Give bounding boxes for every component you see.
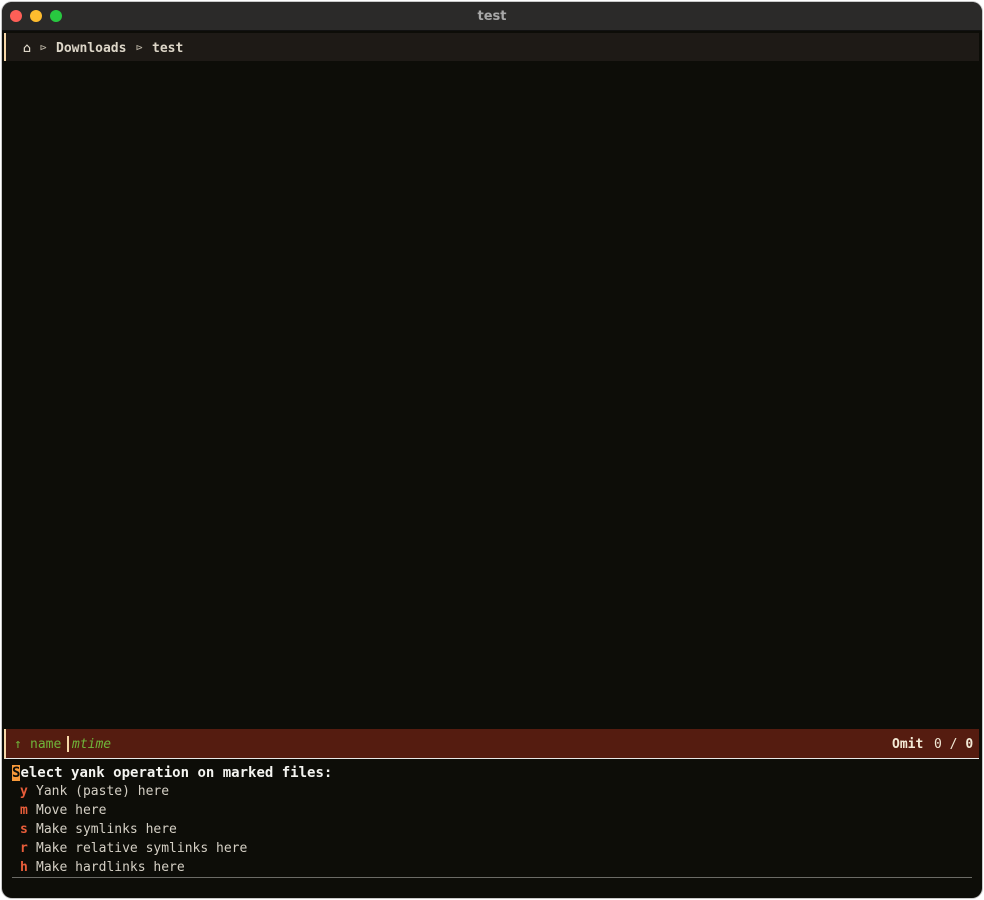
- option-key: m: [20, 803, 28, 818]
- window-title: test: [477, 9, 507, 24]
- path-breadcrumb: ⌂ ⊳ Downloads ⊳ test: [4, 33, 979, 61]
- option-key: y: [20, 784, 28, 799]
- breadcrumb-item-current[interactable]: test: [152, 41, 183, 56]
- omit-count: 0 / 0: [934, 737, 973, 752]
- status-bar: ↑ name mtime Omit 0 / 0: [4, 729, 979, 759]
- sort-ascending-icon: ↑: [14, 737, 22, 752]
- sort-by-mtime-label: mtime: [72, 737, 112, 752]
- option-label: Make symlinks here: [36, 822, 177, 837]
- yank-operation-prompt: Select yank operation on marked files: y…: [2, 762, 982, 880]
- option-key: s: [20, 822, 28, 837]
- title-bar[interactable]: test: [2, 2, 982, 31]
- breadcrumb-item-downloads[interactable]: Downloads: [56, 41, 126, 56]
- omit-label: Omit: [892, 737, 924, 752]
- option-move[interactable]: m Move here: [20, 803, 106, 818]
- file-listing-area[interactable]: [4, 61, 979, 728]
- sort-by-name-label: name: [30, 737, 62, 752]
- option-symlink[interactable]: s Make symlinks here: [20, 822, 177, 837]
- breadcrumb-separator-icon: ⊳: [136, 41, 143, 54]
- option-key: r: [20, 841, 28, 856]
- home-icon[interactable]: ⌂: [23, 41, 31, 56]
- omit-total-value: 0: [965, 737, 974, 752]
- option-label: Move here: [36, 803, 107, 818]
- prompt-bottom-divider: [12, 877, 972, 878]
- option-label: Make hardlinks here: [36, 860, 185, 875]
- sort-divider: [67, 736, 69, 752]
- option-key: h: [20, 860, 28, 875]
- prompt-heading-text: elect yank operation on marked files:: [20, 765, 333, 781]
- option-relative-symlink[interactable]: r Make relative symlinks here: [20, 841, 247, 856]
- terminal-window: test ⌂ ⊳ Downloads ⊳ test ↑ name mtime O…: [2, 2, 982, 898]
- prompt-heading: Select yank operation on marked files:: [12, 765, 332, 781]
- option-label: Make relative symlinks here: [36, 841, 248, 856]
- option-label: Yank (paste) here: [36, 784, 170, 799]
- option-hardlink[interactable]: h Make hardlinks here: [20, 860, 185, 875]
- omit-count-value: 0 /: [934, 737, 958, 752]
- breadcrumb-separator-icon: ⊳: [40, 41, 47, 54]
- option-yank-paste[interactable]: y Yank (paste) here: [20, 784, 169, 799]
